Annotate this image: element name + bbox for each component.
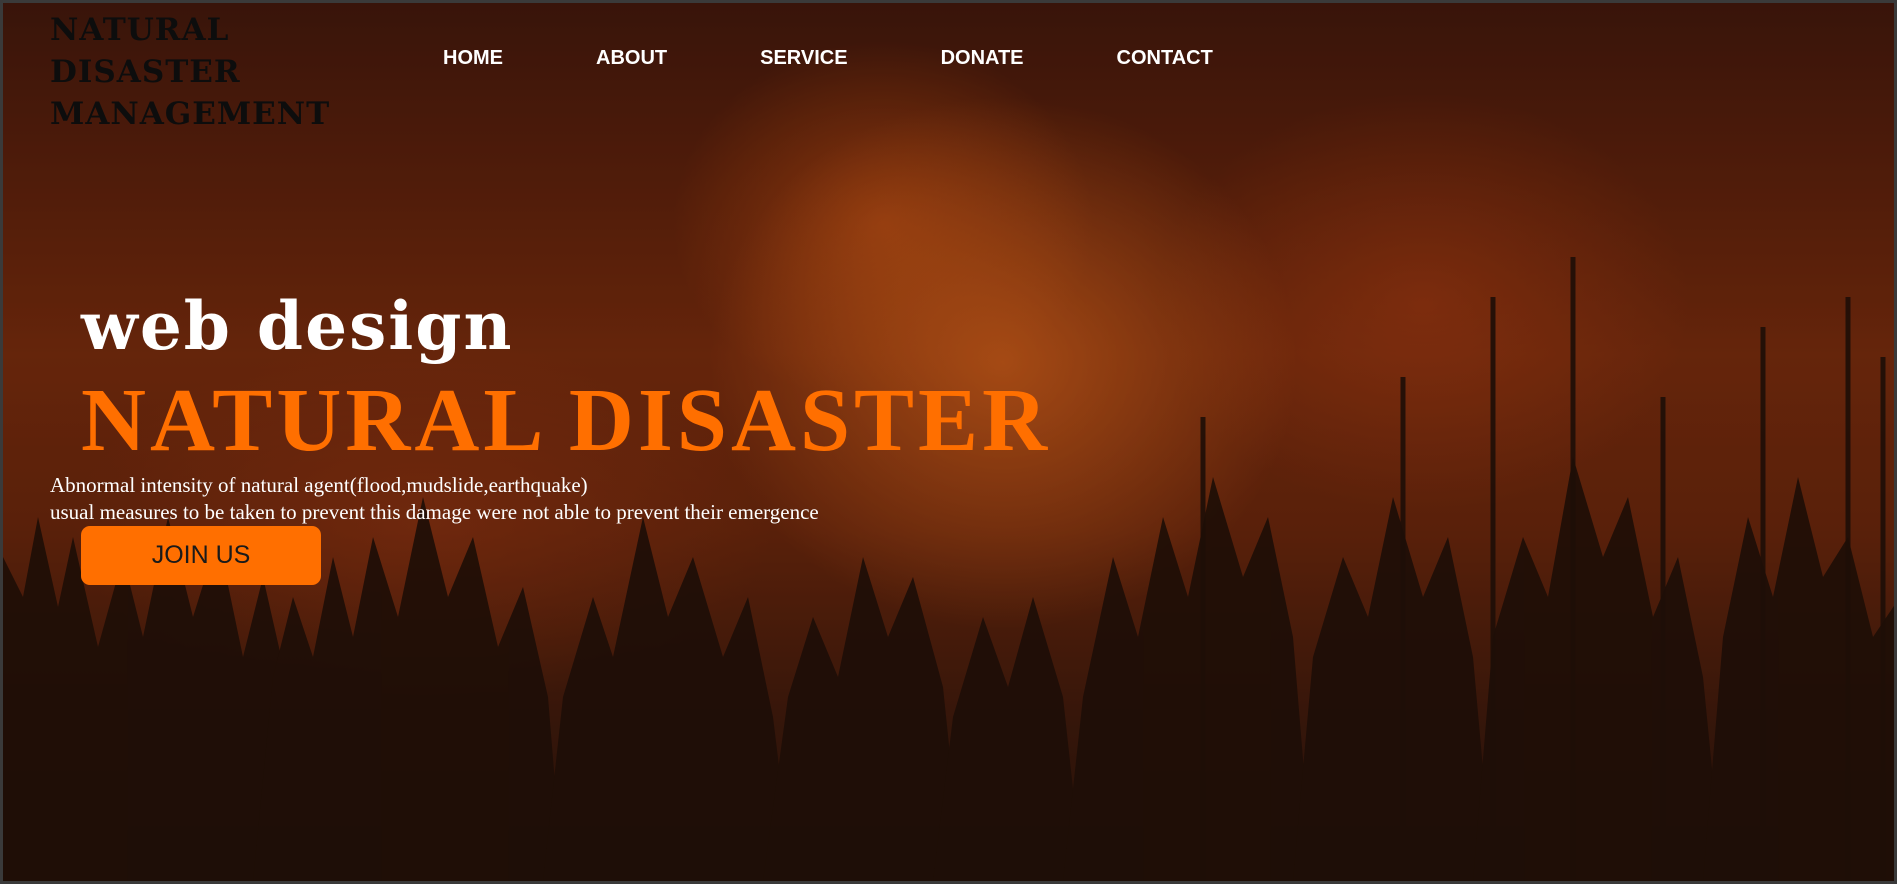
nav-link-donate[interactable]: DONATE (941, 47, 1024, 70)
join-us-button[interactable]: JOIN US (81, 526, 321, 585)
logo-line: MANAGEMENT (50, 96, 331, 132)
site-logo[interactable]: NATURAL DISASTER MANAGEMENT (50, 9, 350, 135)
description-line: usual measures to be taken to prevent th… (50, 500, 819, 524)
nav-link-home[interactable]: HOME (443, 47, 503, 70)
description-line: Abnormal intensity of natural agent(floo… (50, 473, 588, 497)
page-frame: NATURAL DISASTER MANAGEMENT HOME ABOUT S… (0, 0, 1897, 884)
nav-link-about[interactable]: ABOUT (596, 47, 667, 70)
logo-line: NATURAL (50, 12, 230, 48)
hero-headline: NATURAL DISASTER (81, 371, 1052, 470)
hero-description: Abnormal intensity of natural agent(floo… (50, 472, 819, 526)
main-nav: HOME ABOUT SERVICE DONATE CONTACT (443, 47, 1213, 70)
nav-link-service[interactable]: SERVICE (760, 47, 847, 70)
nav-link-contact[interactable]: CONTACT (1117, 47, 1213, 70)
logo-line: DISASTER (50, 54, 241, 90)
hero-subtitle: web design (81, 287, 514, 365)
